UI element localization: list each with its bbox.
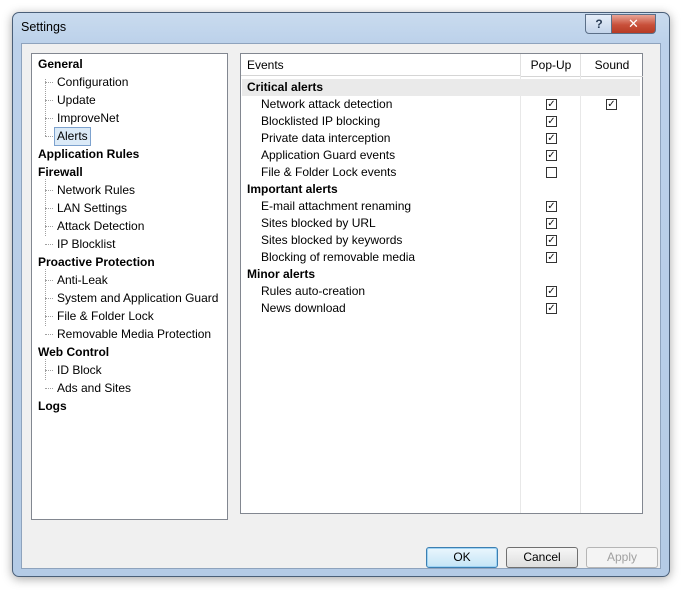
check-icon: ✓: [547, 217, 556, 229]
popup-checkbox[interactable]: ✓: [546, 286, 557, 297]
event-label: Blocking of removable media: [261, 250, 416, 264]
title-bar[interactable]: Settings ? ✕: [13, 13, 669, 43]
column-divider: [520, 76, 521, 513]
popup-checkbox[interactable]: ✓: [546, 201, 557, 212]
event-label: Rules auto-creation: [261, 284, 366, 298]
tree-item-update[interactable]: Update: [57, 92, 96, 109]
tree-item-proactive-protection[interactable]: Proactive Protection: [38, 254, 155, 271]
tree-item-general[interactable]: General: [38, 56, 83, 73]
tree-item-anti-leak[interactable]: Anti-Leak: [57, 272, 108, 289]
check-icon: ✓: [547, 132, 556, 144]
tree-connector: [45, 118, 53, 119]
tree-connector: [45, 316, 53, 317]
tree-item-application-rules[interactable]: Application Rules: [38, 146, 139, 163]
tree-item-network-rules[interactable]: Network Rules: [57, 182, 135, 199]
event-label: Sites blocked by keywords: [261, 233, 403, 247]
tree-item-lan-settings[interactable]: LAN Settings: [57, 200, 127, 217]
ok-button[interactable]: OK: [426, 547, 498, 568]
event-label: Network attack detection: [261, 97, 393, 111]
check-icon: ✓: [607, 98, 616, 110]
group-minor-alerts: Minor alerts: [247, 267, 316, 281]
column-header-popup[interactable]: Pop-Up: [520, 54, 581, 77]
group-critical-alerts: Critical alerts: [247, 80, 324, 94]
check-icon: ✓: [547, 149, 556, 161]
tree-item-web-control[interactable]: Web Control: [38, 344, 109, 361]
popup-checkbox[interactable]: ✓: [546, 235, 557, 246]
popup-checkbox[interactable]: [546, 167, 557, 178]
event-label: E-mail attachment renaming: [261, 199, 412, 213]
tree-connector: [45, 370, 53, 371]
check-icon: ✓: [547, 115, 556, 127]
tree-connector: [45, 208, 53, 209]
close-icon: ✕: [628, 16, 639, 31]
popup-checkbox[interactable]: ✓: [546, 218, 557, 229]
tree-item-id-block[interactable]: ID Block: [57, 362, 102, 379]
cancel-button[interactable]: Cancel: [506, 547, 578, 568]
tree-connector: [45, 136, 53, 137]
sound-checkbox[interactable]: ✓: [606, 99, 617, 110]
settings-window: Settings ? ✕ General Configuration Updat…: [12, 12, 670, 577]
tree-item-attack-detection[interactable]: Attack Detection: [57, 218, 144, 235]
check-icon: ✓: [547, 200, 556, 212]
tree-connector: [45, 100, 53, 101]
popup-checkbox[interactable]: ✓: [546, 99, 557, 110]
window-title: Settings: [21, 20, 67, 34]
help-icon: ?: [595, 17, 603, 31]
tree-item-logs[interactable]: Logs: [38, 398, 67, 415]
check-icon: ✓: [547, 251, 556, 263]
popup-checkbox[interactable]: ✓: [546, 303, 557, 314]
event-label: Private data interception: [261, 131, 391, 145]
column-header-sound[interactable]: Sound: [580, 54, 643, 77]
event-label: Blocklisted IP blocking: [261, 114, 381, 128]
tree-item-system-app-guard[interactable]: System and Application Guard: [57, 290, 218, 307]
event-label: File & Folder Lock events: [261, 165, 397, 179]
tree-connector: [45, 388, 53, 389]
check-icon: ✓: [547, 285, 556, 297]
popup-checkbox[interactable]: ✓: [546, 150, 557, 161]
check-icon: ✓: [547, 234, 556, 246]
tree-item-removable-media[interactable]: Removable Media Protection: [57, 326, 211, 343]
popup-checkbox[interactable]: ✓: [546, 133, 557, 144]
check-icon: ✓: [547, 302, 556, 314]
column-divider: [580, 76, 581, 513]
tree-connector: [45, 79, 46, 136]
help-button[interactable]: ?: [585, 14, 613, 34]
column-header-events[interactable]: Events: [241, 54, 520, 76]
tree-connector: [45, 82, 53, 83]
tree-connector: [45, 244, 53, 245]
popup-checkbox[interactable]: ✓: [546, 116, 557, 127]
tree-connector: [45, 226, 53, 227]
tree-item-alerts[interactable]: Alerts: [54, 127, 91, 146]
popup-checkbox[interactable]: ✓: [546, 252, 557, 263]
apply-button[interactable]: Apply: [586, 547, 658, 568]
tree-connector: [45, 280, 53, 281]
tree-item-ads-and-sites[interactable]: Ads and Sites: [57, 380, 131, 397]
group-important-alerts: Important alerts: [247, 182, 338, 196]
tree-connector: [45, 298, 53, 299]
close-button[interactable]: ✕: [611, 14, 656, 34]
alerts-panel: Events Pop-Up Sound Critical alerts Netw…: [240, 53, 643, 514]
event-label: News download: [261, 301, 346, 315]
tree-item-ip-blocklist[interactable]: IP Blocklist: [57, 236, 115, 253]
tree-item-file-folder-lock[interactable]: File & Folder Lock: [57, 308, 154, 325]
tree-connector: [45, 190, 53, 191]
event-label: Application Guard events: [261, 148, 396, 162]
event-label: Sites blocked by URL: [261, 216, 376, 230]
tree-item-improvenet[interactable]: ImproveNet: [57, 110, 119, 127]
check-icon: ✓: [547, 98, 556, 110]
settings-tree[interactable]: General Configuration Update ImproveNet …: [31, 53, 228, 520]
tree-item-configuration[interactable]: Configuration: [57, 74, 128, 91]
tree-connector: [45, 334, 53, 335]
dialog-client-area: General Configuration Update ImproveNet …: [21, 43, 661, 569]
